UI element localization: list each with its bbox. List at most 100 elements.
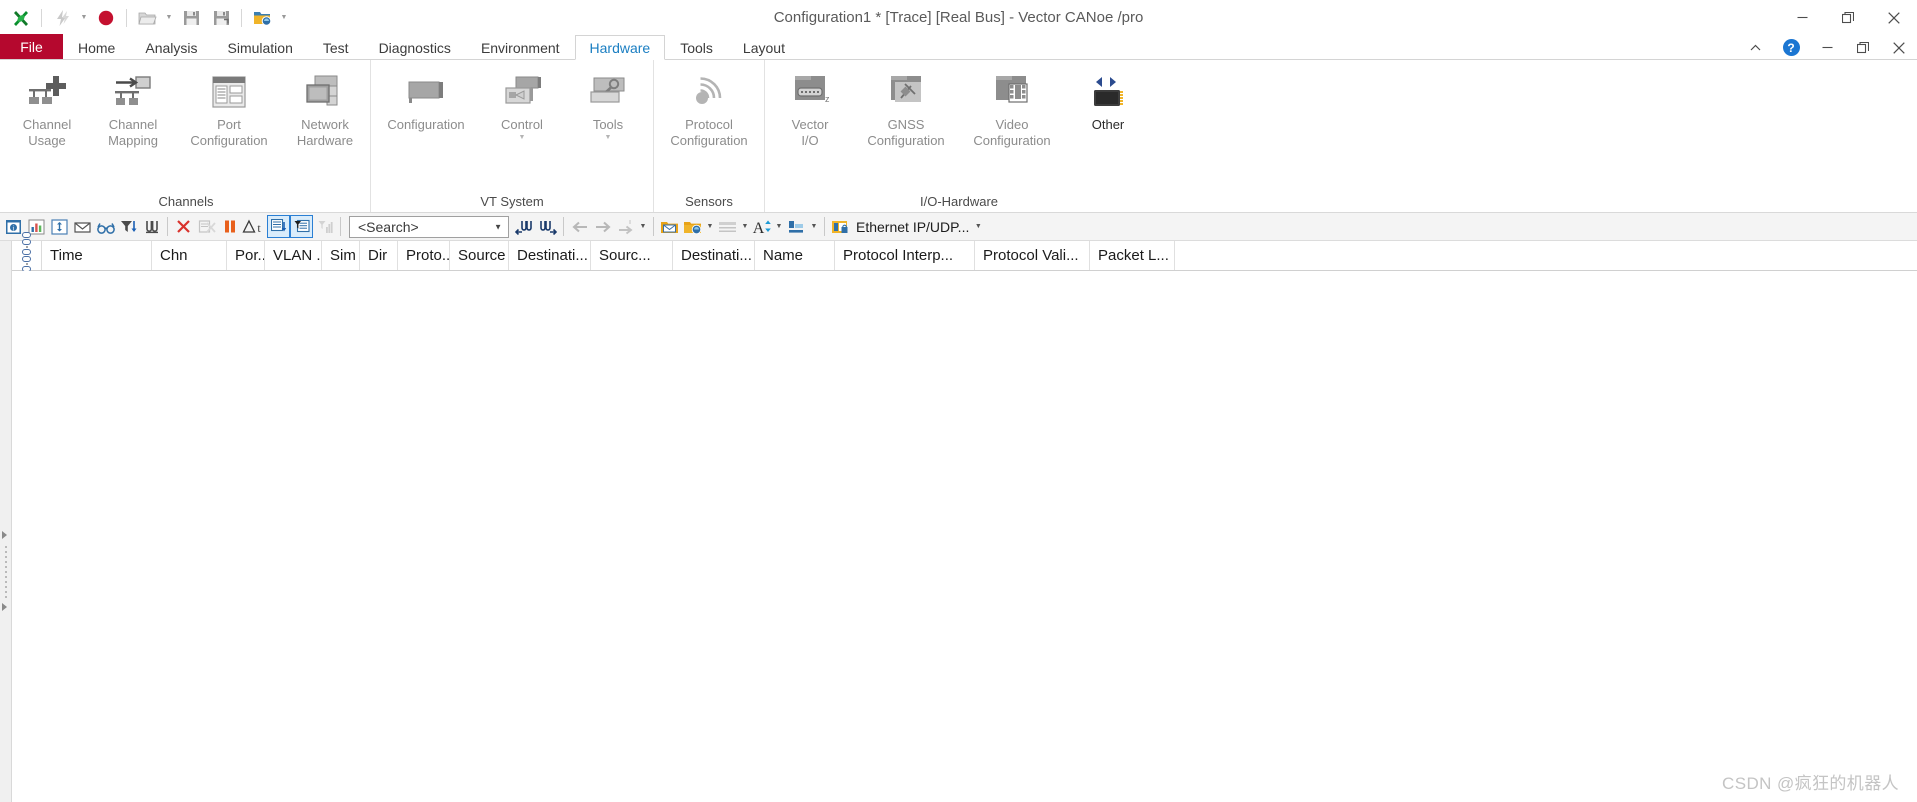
minimize-button[interactable]: [1779, 0, 1825, 35]
column-header[interactable]: Source IP: [450, 241, 509, 270]
tab-layout[interactable]: Layout: [728, 35, 800, 60]
ribbon-button-port-configuration[interactable]: Port Configuration: [176, 65, 282, 153]
doc-restore-button[interactable]: [1845, 35, 1881, 60]
rail-marker-top[interactable]: [2, 531, 7, 539]
open-dropdown-caret-icon[interactable]: ▼: [162, 4, 176, 32]
tab-tools[interactable]: Tools: [665, 35, 728, 60]
back-icon[interactable]: [568, 215, 591, 239]
svg-text:z: z: [825, 94, 830, 104]
ribbon-button-dropdown-caret-icon[interactable]: ▼: [519, 134, 526, 141]
search-input-wrapper[interactable]: ▼: [349, 215, 509, 238]
time-format-icon[interactable]: [12, 231, 42, 279]
protocol-lock-icon[interactable]: [829, 215, 852, 239]
open-folder-icon[interactable]: [132, 3, 162, 33]
help-button[interactable]: ?: [1773, 35, 1809, 60]
filter-message-icon[interactable]: [71, 215, 94, 239]
logging-dropdown-caret-icon[interactable]: ▼: [704, 215, 716, 239]
column-header[interactable]: Packet L...: [1090, 241, 1175, 270]
rail-marker-bottom[interactable]: [2, 603, 7, 611]
clear-all-icon[interactable]: [195, 215, 218, 239]
ribbon-collapse-button[interactable]: [1737, 35, 1773, 60]
column-header[interactable]: Protocol Vali...: [975, 241, 1090, 270]
trace-rows-area[interactable]: CSDN @疯狂的机器人: [12, 271, 1917, 802]
ribbon-button-channel-mapping[interactable]: Channel Mapping: [90, 65, 176, 153]
column-header[interactable]: VLAN ...: [265, 241, 322, 270]
font-size-dropdown-caret-icon[interactable]: ▼: [773, 215, 785, 239]
protocol-dropdown-caret-icon[interactable]: ▼: [972, 215, 984, 239]
restore-button[interactable]: [1825, 0, 1871, 35]
delta-time-icon[interactable]: t: [241, 215, 267, 239]
column-header[interactable]: Name: [755, 241, 835, 270]
auto-filter-icon[interactable]: [290, 215, 313, 238]
ribbon-button-gnss-configuration[interactable]: GNSS Configuration: [853, 65, 959, 153]
column-header[interactable]: Destinati...: [509, 241, 591, 270]
row-layout-icon[interactable]: [716, 215, 739, 239]
sort-filter-icon[interactable]: [117, 215, 140, 239]
ribbon-button-other-io[interactable]: Other: [1065, 65, 1151, 153]
column-header[interactable]: Por...: [227, 241, 265, 270]
tab-test[interactable]: Test: [308, 35, 364, 60]
column-header[interactable]: Dir: [360, 241, 398, 270]
record-icon[interactable]: [91, 3, 121, 33]
save-icon[interactable]: [176, 3, 206, 33]
ribbon-button-video-configuration[interactable]: Video Configuration: [959, 65, 1065, 153]
ribbon-button-dropdown-caret-icon[interactable]: ▼: [605, 134, 612, 141]
analysis-filter-icon[interactable]: [94, 215, 117, 239]
font-size-icon[interactable]: A: [751, 215, 773, 239]
flash-icon[interactable]: [47, 3, 77, 33]
ribbon-button-vt-control[interactable]: Control ▼: [479, 65, 565, 153]
search-input[interactable]: [356, 217, 486, 236]
colors-icon[interactable]: [785, 215, 808, 239]
column-header[interactable]: Chn: [152, 241, 227, 270]
canoe-logo-icon[interactable]: [6, 3, 36, 33]
row-layout-dropdown-caret-icon[interactable]: ▼: [739, 215, 751, 239]
tab-analysis[interactable]: Analysis: [130, 35, 212, 60]
column-header-label: Packet L...: [1098, 247, 1169, 264]
ribbon-button-vt-configuration[interactable]: Configuration: [373, 65, 479, 153]
expand-collapse-icon[interactable]: [48, 215, 71, 239]
column-header[interactable]: Protocol Interp...: [835, 241, 975, 270]
ribbon-button-protocol-configuration[interactable]: Protocol Configuration: [656, 65, 762, 153]
scroll-lock-icon[interactable]: [267, 215, 290, 238]
find-icon[interactable]: [140, 215, 163, 239]
search-forward-icon[interactable]: [536, 215, 559, 239]
title-bar: ▼ ▼ ▼ Configuration1 * [Trace] [Real Bus…: [0, 0, 1917, 35]
column-header[interactable]: Time: [42, 241, 152, 270]
search-dropdown-caret-icon[interactable]: ▼: [494, 222, 502, 231]
ribbon-button-label: Other: [1091, 117, 1125, 132]
tab-simulation[interactable]: Simulation: [213, 35, 308, 60]
logging-config-icon[interactable]: [681, 215, 704, 239]
configuration-icon[interactable]: [247, 3, 277, 33]
goto-icon[interactable]: [614, 215, 637, 239]
tab-file[interactable]: File: [0, 34, 63, 59]
column-header[interactable]: Destinati...: [673, 241, 755, 270]
doc-minimize-button[interactable]: [1809, 35, 1845, 60]
ribbon-button-channel-usage[interactable]: Channel Usage: [4, 65, 90, 153]
protocol-label[interactable]: Ethernet IP/UDP...: [852, 219, 972, 235]
clear-icon[interactable]: [172, 215, 195, 239]
export-icon[interactable]: [658, 215, 681, 239]
close-button[interactable]: [1871, 0, 1917, 35]
tab-home[interactable]: Home: [63, 35, 130, 60]
flash-dropdown-caret-icon[interactable]: ▼: [77, 4, 91, 32]
column-stats-icon[interactable]: [313, 215, 336, 239]
qat-overflow-icon[interactable]: ▼: [277, 4, 291, 32]
tab-environment[interactable]: Environment: [466, 35, 575, 60]
save-as-icon[interactable]: [206, 3, 236, 33]
pause-icon[interactable]: [218, 215, 241, 239]
ribbon-group-items: Channel Usage Channel Mapping Port Configu…: [4, 60, 368, 190]
ribbon-button-vector-io[interactable]: z Vector I/O: [767, 65, 853, 153]
column-header[interactable]: Sourc...: [591, 241, 673, 270]
doc-close-button[interactable]: [1881, 35, 1917, 60]
toolbar-divider-4: [653, 217, 654, 236]
goto-dropdown-caret-icon[interactable]: ▼: [637, 215, 649, 239]
colors-dropdown-caret-icon[interactable]: ▼: [808, 215, 820, 239]
column-header[interactable]: Sim: [322, 241, 360, 270]
ribbon-button-network-hardware[interactable]: Network Hardware: [282, 65, 368, 153]
column-header[interactable]: Proto...: [398, 241, 450, 270]
forward-icon[interactable]: [591, 215, 614, 239]
tab-hardware[interactable]: Hardware: [574, 35, 666, 60]
tab-diagnostics[interactable]: Diagnostics: [364, 35, 466, 60]
search-backward-icon[interactable]: [513, 215, 536, 239]
ribbon-button-vt-tools[interactable]: Tools ▼: [565, 65, 651, 153]
